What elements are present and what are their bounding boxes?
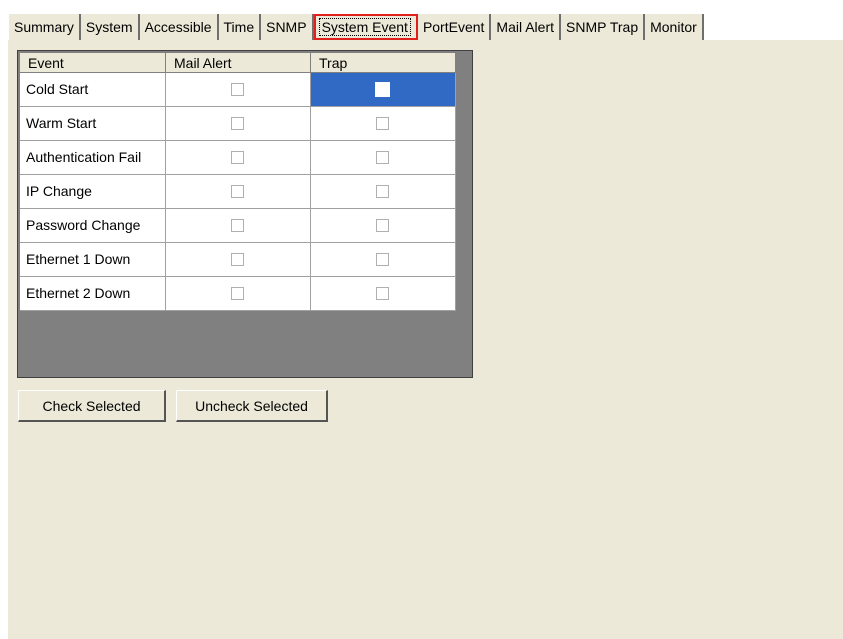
table-row: Ethernet 2 Down: [20, 277, 456, 311]
tab-snmp[interactable]: SNMP: [261, 14, 314, 40]
system-event-panel: Event Mail Alert Trap Cold Start Warm St…: [8, 40, 843, 639]
tab-bar: Summary System Accessible Time SNMP Syst…: [8, 14, 704, 40]
column-header-event[interactable]: Event: [20, 53, 166, 73]
tab-label: Summary: [14, 19, 74, 35]
tab-mail-alert[interactable]: Mail Alert: [491, 14, 561, 40]
column-header-mail-alert[interactable]: Mail Alert: [166, 53, 311, 73]
mail-alert-checkbox[interactable]: [231, 82, 244, 96]
mail-alert-cell[interactable]: [166, 73, 311, 107]
event-name-cell[interactable]: Warm Start: [20, 107, 166, 141]
mail-alert-cell[interactable]: [166, 277, 311, 311]
tab-snmp-trap[interactable]: SNMP Trap: [561, 14, 646, 40]
mail-alert-checkbox[interactable]: [231, 116, 244, 130]
mail-alert-checkbox[interactable]: [231, 252, 244, 266]
mail-alert-cell[interactable]: [166, 141, 311, 175]
grid-header: Event Mail Alert Trap: [20, 53, 456, 73]
trap-cell[interactable]: [311, 175, 456, 209]
trap-cell[interactable]: [311, 209, 456, 243]
tab-accessible[interactable]: Accessible: [139, 14, 219, 40]
tab-summary[interactable]: Summary: [8, 14, 81, 40]
mail-alert-checkbox[interactable]: [231, 218, 244, 232]
trap-cell[interactable]: [311, 107, 456, 141]
table-row: IP Change: [20, 175, 456, 209]
tab-monitor[interactable]: Monitor: [645, 14, 704, 40]
table-row: Password Change: [20, 209, 456, 243]
trap-cell[interactable]: [311, 243, 456, 277]
tab-system[interactable]: System: [80, 14, 140, 40]
table-row: Cold Start: [20, 73, 456, 107]
grid-rows: Cold Start Warm Start Authentication Fai…: [20, 73, 456, 311]
event-name-cell[interactable]: Ethernet 2 Down: [20, 277, 166, 311]
trap-cell[interactable]: [311, 277, 456, 311]
tab-label: System Event: [318, 18, 411, 36]
tab-label: PortEvent: [422, 19, 485, 35]
event-name-cell[interactable]: Cold Start: [20, 73, 166, 107]
mail-alert-checkbox[interactable]: [231, 150, 244, 164]
tab-label: System: [85, 19, 133, 35]
tab-label: Mail Alert: [496, 19, 554, 35]
mail-alert-cell[interactable]: [166, 243, 311, 277]
table-row: Warm Start: [20, 107, 456, 141]
mail-alert-checkbox[interactable]: [231, 286, 244, 300]
event-grid: Event Mail Alert Trap Cold Start Warm St…: [17, 50, 473, 378]
trap-checkbox[interactable]: [376, 184, 389, 198]
tab-system-event[interactable]: System Event: [313, 14, 418, 40]
trap-checkbox[interactable]: [376, 116, 389, 130]
tab-port-event[interactable]: PortEvent: [417, 14, 492, 40]
event-name-cell[interactable]: Authentication Fail: [20, 141, 166, 175]
event-name-cell[interactable]: IP Change: [20, 175, 166, 209]
trap-cell[interactable]: [311, 141, 456, 175]
table-row: Ethernet 1 Down: [20, 243, 456, 277]
tab-label: SNMP: [266, 19, 307, 35]
event-name-cell[interactable]: Ethernet 1 Down: [20, 243, 166, 277]
trap-checkbox[interactable]: [376, 252, 389, 266]
tab-label: Accessible: [144, 19, 212, 35]
column-header-trap[interactable]: Trap: [311, 53, 456, 73]
event-name-cell[interactable]: Password Change: [20, 209, 166, 243]
mail-alert-checkbox[interactable]: [231, 184, 244, 198]
mail-alert-cell[interactable]: [166, 107, 311, 141]
table-row: Authentication Fail: [20, 141, 456, 175]
trap-checkbox[interactable]: [376, 286, 389, 300]
tab-label: SNMP Trap: [566, 19, 639, 35]
trap-cell[interactable]: [311, 73, 456, 107]
trap-checkbox[interactable]: [375, 81, 390, 97]
tab-label: Time: [223, 19, 255, 35]
uncheck-selected-button[interactable]: Uncheck Selected: [176, 390, 328, 422]
mail-alert-cell[interactable]: [166, 209, 311, 243]
trap-checkbox[interactable]: [376, 150, 389, 164]
tab-time[interactable]: Time: [218, 14, 262, 40]
trap-checkbox[interactable]: [376, 218, 389, 232]
mail-alert-cell[interactable]: [166, 175, 311, 209]
check-selected-button[interactable]: Check Selected: [18, 390, 166, 422]
tab-label: Monitor: [650, 19, 697, 35]
